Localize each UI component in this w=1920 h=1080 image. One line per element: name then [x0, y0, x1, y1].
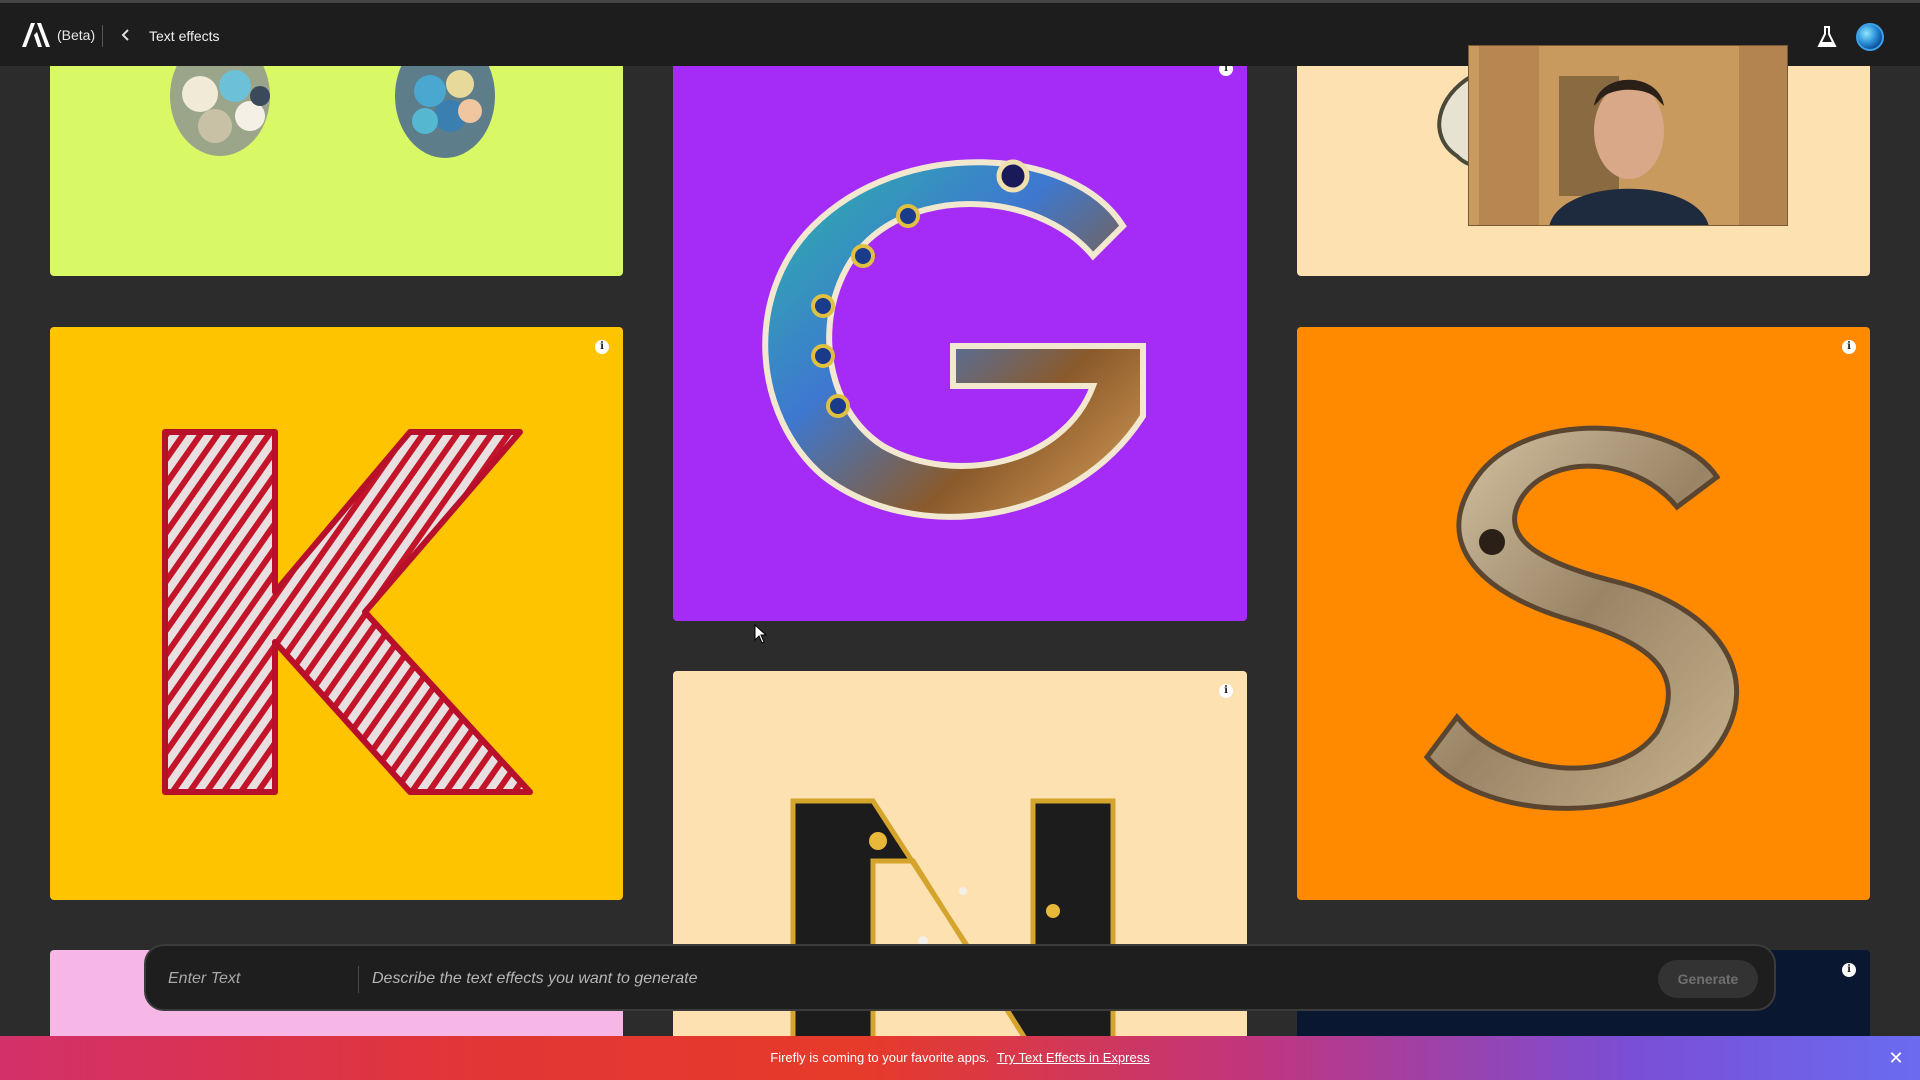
effect-card-s[interactable]: i	[1297, 327, 1870, 900]
banner-text: Firefly is coming to your favorite apps.…	[0, 1036, 1920, 1080]
webcam-image	[1469, 46, 1787, 225]
flask-icon[interactable]	[1816, 25, 1838, 49]
letter-k-image	[162, 429, 533, 795]
letter-g-image	[762, 159, 1146, 520]
effect-description-input[interactable]	[372, 966, 1392, 992]
promo-banner: Firefly is coming to your favorite apps.…	[0, 1036, 1920, 1080]
effect-card-k[interactable]: i	[50, 327, 623, 900]
prompt-bar: Generate	[144, 944, 1776, 1011]
effect-card-beads[interactable]	[50, 56, 623, 276]
text-input[interactable]	[168, 966, 348, 992]
effect-card-g[interactable]: i	[673, 56, 1247, 621]
info-icon[interactable]: i	[1842, 963, 1856, 977]
generate-button[interactable]: Generate	[1658, 960, 1758, 998]
mouse-cursor-icon	[754, 624, 768, 644]
prompt-divider	[358, 966, 359, 993]
chevron-left-icon[interactable]	[118, 27, 134, 43]
topbar-divider	[102, 25, 103, 47]
beads-image	[170, 56, 495, 158]
letter-s-image	[1423, 425, 1739, 811]
banner-link[interactable]: Try Text Effects in Express	[997, 1050, 1150, 1065]
page-title: Text effects	[149, 28, 220, 44]
beta-label: (Beta)	[57, 27, 96, 43]
webcam-overlay	[1468, 45, 1788, 226]
close-icon[interactable]: ✕	[1886, 1048, 1906, 1068]
banner-message: Firefly is coming to your favorite apps.	[770, 1050, 990, 1065]
adobe-logo[interactable]	[22, 23, 50, 47]
avatar[interactable]	[1856, 23, 1884, 51]
info-icon[interactable]: i	[1219, 684, 1233, 698]
info-icon[interactable]: i	[595, 340, 609, 354]
info-icon[interactable]: i	[1842, 340, 1856, 354]
